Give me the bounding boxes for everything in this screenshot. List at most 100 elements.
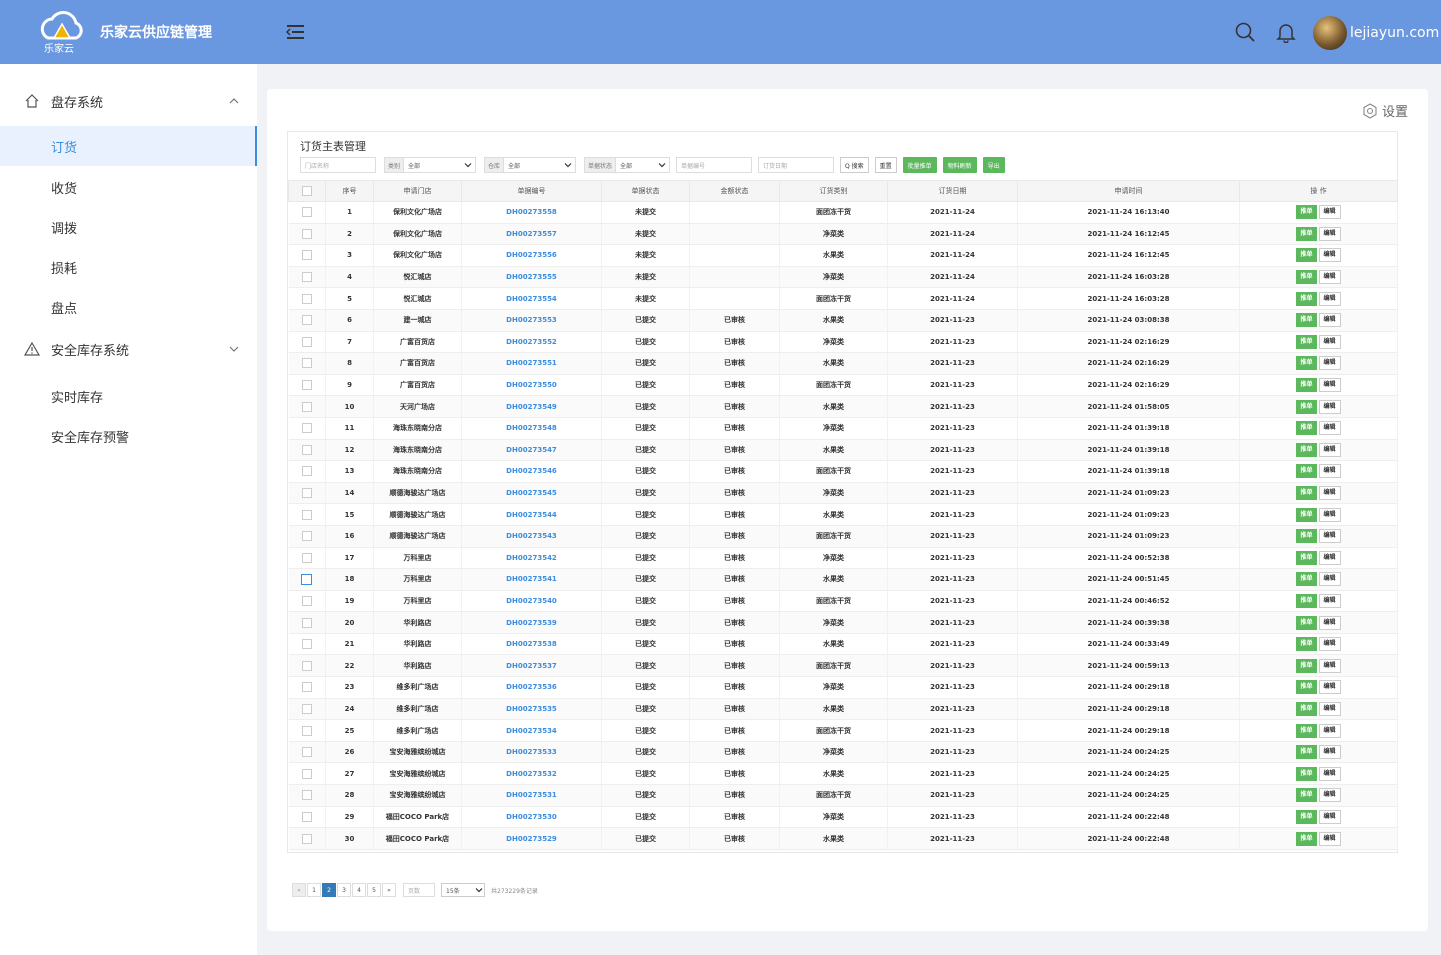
order-number[interactable]: DH00273550 [461, 374, 602, 397]
order-number[interactable]: DH00273557 [461, 223, 602, 246]
order-number[interactable]: DH00273556 [461, 244, 602, 267]
row-select-cell[interactable] [288, 417, 326, 440]
row-select-cell[interactable] [288, 266, 326, 289]
push-order-button[interactable]: 推单 [1296, 680, 1317, 695]
row-checkbox[interactable] [301, 401, 312, 412]
row-checkbox[interactable] [301, 833, 312, 844]
page-size-select[interactable]: 15条 [441, 883, 485, 897]
edit-button[interactable]: 编辑 [1318, 550, 1341, 565]
push-order-button[interactable]: 推单 [1296, 701, 1317, 716]
order-number[interactable]: DH00273544 [461, 503, 602, 526]
push-order-button[interactable]: 推单 [1296, 615, 1317, 630]
order-number[interactable]: DH00273537 [461, 654, 602, 678]
order-number[interactable]: DH00273554 [461, 287, 602, 310]
edit-button[interactable]: 编辑 [1318, 291, 1341, 306]
sidebar-group-inventory[interactable]: 盘存系统 [0, 81, 257, 121]
category-select[interactable]: 类别 全部 [384, 157, 476, 173]
push-order-button[interactable]: 推单 [1296, 788, 1317, 803]
edit-button[interactable]: 编辑 [1318, 831, 1341, 846]
push-order-button[interactable]: 推单 [1296, 723, 1317, 738]
edit-button[interactable]: 编辑 [1318, 745, 1341, 760]
row-select-cell[interactable] [288, 762, 326, 786]
order-no-input[interactable]: 单据编号 [676, 157, 752, 173]
avatar[interactable] [1313, 16, 1347, 50]
push-order-button[interactable]: 推单 [1296, 334, 1317, 349]
row-checkbox[interactable] [301, 747, 312, 758]
store-name-input[interactable]: 门店名称 [300, 157, 376, 173]
order-number[interactable]: DH00273539 [461, 611, 602, 634]
row-select-cell[interactable] [288, 568, 326, 591]
push-order-button[interactable]: 推单 [1296, 421, 1317, 436]
row-select-cell[interactable] [288, 352, 326, 375]
edit-button[interactable]: 编辑 [1318, 701, 1341, 716]
row-checkbox[interactable] [301, 509, 312, 520]
row-select-cell[interactable] [288, 374, 326, 397]
push-order-button[interactable]: 推单 [1296, 658, 1317, 673]
row-checkbox[interactable] [301, 488, 312, 499]
search-button[interactable]: Q 搜索 [840, 157, 869, 173]
push-order-button[interactable]: 推单 [1296, 270, 1317, 285]
edit-button[interactable]: 编辑 [1318, 205, 1341, 220]
row-select-cell[interactable] [288, 741, 326, 764]
select-all-checkbox[interactable] [302, 186, 312, 196]
row-checkbox[interactable] [301, 466, 312, 477]
order-number[interactable]: DH00273541 [461, 568, 602, 591]
row-select-cell[interactable] [288, 395, 326, 418]
order-number[interactable]: DH00273547 [461, 439, 602, 462]
edit-button[interactable]: 编辑 [1318, 313, 1341, 328]
order-number[interactable]: DH00273530 [461, 806, 602, 829]
row-select-cell[interactable] [288, 201, 326, 224]
row-checkbox[interactable] [301, 336, 312, 347]
row-checkbox[interactable] [301, 228, 312, 239]
page-button[interactable]: 4 [352, 883, 366, 897]
page-button-current[interactable]: 2 [322, 883, 336, 897]
row-checkbox[interactable] [301, 595, 312, 606]
order-number[interactable]: DH00273551 [461, 352, 602, 375]
push-order-button[interactable]: 推单 [1296, 809, 1317, 824]
push-order-button[interactable]: 推单 [1296, 356, 1317, 371]
push-order-button[interactable]: 推单 [1296, 507, 1317, 522]
row-select-cell[interactable] [288, 698, 326, 721]
prev-page-button[interactable]: « [292, 883, 306, 897]
edit-button[interactable]: 编辑 [1318, 637, 1341, 652]
edit-button[interactable]: 编辑 [1318, 248, 1341, 263]
edit-button[interactable]: 编辑 [1318, 766, 1341, 781]
row-checkbox[interactable] [301, 725, 312, 736]
order-number[interactable]: DH00273546 [461, 460, 602, 483]
page-jump-input[interactable]: 页数 [403, 883, 435, 897]
edit-button[interactable]: 编辑 [1318, 399, 1341, 414]
edit-button[interactable]: 编辑 [1318, 270, 1341, 285]
sidebar-item-realtime-stock[interactable]: 实时库存 [0, 376, 257, 416]
push-order-button[interactable]: 推单 [1296, 442, 1317, 457]
page-button[interactable]: 1 [307, 883, 321, 897]
order-number[interactable]: DH00273534 [461, 719, 602, 742]
row-select-cell[interactable] [288, 460, 326, 483]
push-order-button[interactable]: 推单 [1296, 464, 1317, 479]
push-order-button[interactable]: 推单 [1296, 766, 1317, 781]
order-number[interactable]: DH00273538 [461, 633, 602, 656]
row-checkbox[interactable] [301, 703, 312, 714]
push-order-button[interactable]: 推单 [1296, 593, 1317, 608]
push-order-button[interactable]: 推单 [1296, 486, 1317, 501]
edit-button[interactable]: 编辑 [1318, 723, 1341, 738]
order-number[interactable]: DH00273536 [461, 676, 602, 699]
row-checkbox[interactable] [301, 531, 312, 542]
row-select-cell[interactable] [288, 633, 326, 656]
order-number[interactable]: DH00273529 [461, 827, 602, 850]
status-select[interactable]: 单据状态 全部 [584, 157, 670, 173]
row-checkbox[interactable] [301, 573, 313, 585]
row-checkbox[interactable] [301, 250, 312, 261]
reset-button[interactable]: 重置 [874, 157, 897, 173]
bell-icon[interactable] [1275, 21, 1297, 43]
sidebar-item-order[interactable]: 订货 [0, 126, 257, 166]
order-number[interactable]: DH00273531 [461, 784, 602, 807]
row-checkbox[interactable] [301, 207, 312, 218]
order-number[interactable]: DH00273535 [461, 698, 602, 721]
push-order-button[interactable]: 推单 [1296, 831, 1317, 846]
order-number[interactable]: DH00273552 [461, 331, 602, 354]
next-page-button[interactable]: » [382, 883, 396, 897]
edit-button[interactable]: 编辑 [1318, 680, 1341, 695]
push-order-button[interactable]: 推单 [1296, 291, 1317, 306]
row-select-cell[interactable] [288, 223, 326, 246]
select-all-cell[interactable] [288, 180, 326, 202]
